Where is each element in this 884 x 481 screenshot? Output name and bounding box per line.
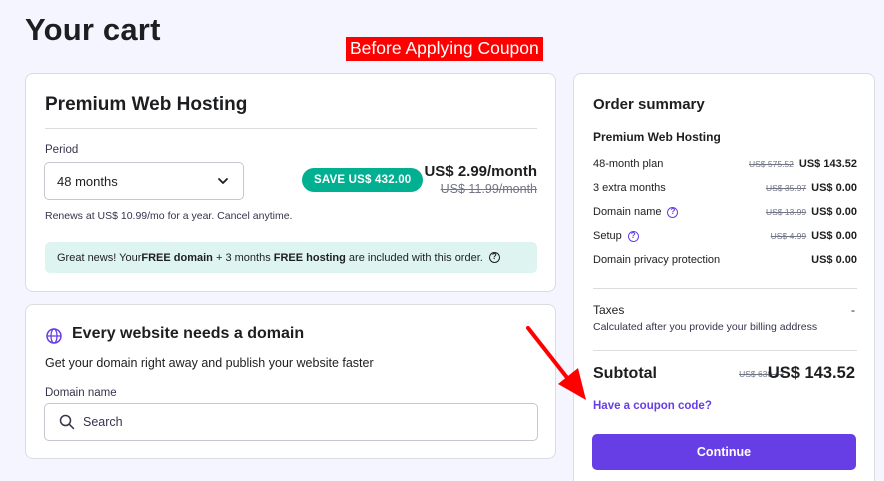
order-summary-card: Order summary Premium Web Hosting 48-mon…: [573, 73, 875, 481]
summary-row-extra-months: 3 extra months US$ 35.97 US$ 0.00: [593, 182, 857, 194]
period-select[interactable]: 48 months: [44, 162, 244, 200]
domain-search-input[interactable]: Search: [44, 403, 538, 441]
divider: [593, 350, 857, 351]
summary-row-plan: 48-month plan US$ 575.52 US$ 143.52: [593, 158, 857, 170]
row-old-price: US$ 575.52: [748, 159, 794, 169]
plan-title: Premium Web Hosting: [45, 94, 248, 115]
chevron-down-icon: [218, 178, 228, 184]
taxes-value: -: [851, 303, 855, 317]
summary-product: Premium Web Hosting: [593, 130, 721, 144]
save-badge: SAVE US$ 432.00: [302, 168, 424, 192]
order-summary-title: Order summary: [593, 96, 705, 113]
domain-subtitle: Get your domain right away and publish y…: [45, 356, 374, 370]
row-label: Domain name: [593, 206, 662, 218]
arrow-annotation-icon: [526, 326, 586, 400]
divider: [593, 288, 857, 289]
row-new-price: US$ 0.00: [811, 254, 857, 266]
row-label: 48-month plan: [593, 158, 664, 170]
annotation-label: Before Applying Coupon: [346, 37, 543, 61]
domain-field-label: Domain name: [45, 387, 117, 399]
banner-bold-hosting: FREE hosting: [273, 251, 346, 264]
row-label: Domain privacy protection: [593, 254, 721, 266]
domain-card: Every website needs a domain Get your do…: [25, 304, 556, 459]
divider: [45, 128, 537, 129]
banner-text-middle: + 3 months: [212, 251, 274, 264]
search-placeholder: Search: [83, 415, 123, 429]
row-old-price: US$ 35.97: [765, 183, 807, 193]
subtotal-label: Subtotal: [593, 365, 657, 382]
taxes-label: Taxes: [593, 303, 625, 317]
row-label: 3 extra months: [593, 182, 666, 194]
renewal-note: Renews at US$ 10.99/mo for a year. Cance…: [45, 210, 293, 222]
continue-button[interactable]: Continue: [592, 434, 856, 470]
price-per-month: US$ 2.99/month: [424, 163, 537, 180]
help-icon[interactable]: ?: [667, 206, 679, 218]
globe-icon: [46, 328, 62, 344]
domain-card-title: Every website needs a domain: [72, 325, 305, 342]
taxes-note: Calculated after you provide your billin…: [593, 321, 818, 333]
subtotal-price: US$ 143.52: [767, 364, 855, 382]
banner-bold-domain: FREE domain: [141, 251, 213, 264]
summary-row-privacy: Domain privacy protection US$ 0.00: [593, 254, 857, 266]
row-new-price: US$ 143.52: [798, 158, 857, 170]
row-new-price: US$ 0.00: [811, 182, 857, 194]
page-title: Your cart: [25, 12, 161, 47]
original-price: US$ 11.99/month: [440, 182, 537, 196]
row-new-price: US$ 0.00: [811, 206, 857, 218]
row-label: Setup: [593, 230, 622, 242]
coupon-code-link[interactable]: Have a coupon code?: [593, 400, 712, 412]
summary-row-domain: Domain name? US$ 13.99 US$ 0.00: [593, 206, 857, 218]
search-icon: [59, 414, 75, 430]
banner-text-suffix: are included with this order.: [345, 251, 483, 264]
free-domain-banner: Great news! Your FREE domain + 3 months …: [45, 242, 537, 273]
row-new-price: US$ 0.00: [811, 230, 857, 242]
period-value: 48 months: [57, 173, 118, 189]
help-icon[interactable]: ?: [488, 252, 500, 263]
row-old-price: US$ 4.99: [770, 231, 807, 241]
hosting-plan-card: Premium Web Hosting Period 48 months SAV…: [25, 73, 556, 292]
period-label: Period: [45, 144, 79, 156]
summary-row-setup: Setup? US$ 4.99 US$ 0.00: [593, 230, 857, 242]
banner-text-prefix: Great news! Your: [57, 251, 142, 264]
row-old-price: US$ 13.99: [765, 207, 807, 217]
help-icon[interactable]: ?: [627, 230, 639, 242]
